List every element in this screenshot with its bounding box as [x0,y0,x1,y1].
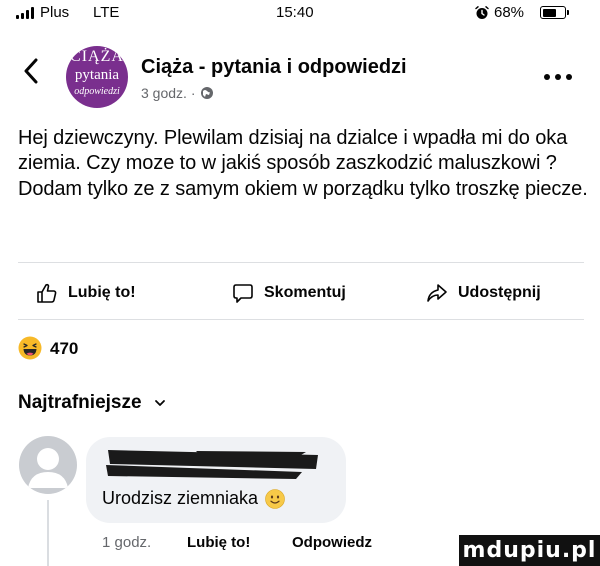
share-button[interactable]: Udostępnij [426,282,541,304]
post-text: Hej dziewczyny. Plewilam dzisiaj na dzia… [18,127,588,200]
default-avatar-icon [28,448,68,488]
comment-bubble: Urodzisz ziemniaka [86,437,346,523]
group-avatar[interactable]: CIĄŻA pytania odpowiedzi [66,46,128,108]
comment-sort-dropdown[interactable]: Najtrafniejsze [18,392,166,414]
avatar-line: odpowiedzi [74,86,120,97]
haha-emoji-icon[interactable] [18,336,42,360]
more-horizontal-icon[interactable] [543,73,573,81]
battery-percent: 68% [494,4,525,21]
speech-bubble-icon [233,284,253,303]
battery-icon [540,6,569,19]
chevron-down-icon [154,400,165,406]
post-timestamp[interactable]: 3 godz. · [141,85,195,101]
globe-icon [201,87,214,99]
comment-time: 1 godz. [102,534,152,551]
redacted-author-name [106,450,318,479]
divider [18,319,584,320]
thumbs-up-icon [37,283,57,303]
comment-body: Urodzisz ziemniaka [102,488,259,508]
comment-like-button[interactable]: Lubię to! [187,534,250,551]
divider [18,262,584,263]
smiling-face-emoji-icon [265,488,285,509]
carrier-name: Plus [40,4,70,21]
watermark-text: mdupiu.pl [462,538,597,563]
avatar[interactable] [19,436,77,494]
post-meta: 3 godz. · [141,85,214,101]
avatar-line: pytania [74,67,120,83]
comment-button[interactable]: Skomentuj [232,282,346,304]
network-type: LTE [93,4,120,21]
comment-label: Skomentuj [264,284,346,301]
clock: 15:40 [276,4,314,21]
comment-text: Urodzisz ziemniaka [102,488,285,509]
like-button[interactable]: Lubię to! [36,282,136,304]
like-label: Lubię to! [68,284,136,301]
signal-bars-icon [16,7,36,19]
status-bar: Plus LTE 15:40 68% [0,0,600,28]
sort-label: Najtrafniejsze [18,392,142,413]
comment-reply-button[interactable]: Odpowiedz [292,534,372,551]
group-name[interactable]: Ciąża - pytania i odpowiedzi [141,56,407,79]
watermark: mdupiu.pl [459,535,600,566]
thread-line [47,500,49,566]
share-arrow-icon [427,284,447,302]
alarm-icon [475,6,489,19]
chevron-left-icon[interactable] [22,58,40,84]
avatar-line: CIĄŻA [70,48,124,65]
reaction-count[interactable]: 470 [50,339,78,359]
share-label: Udostępnij [458,284,541,301]
